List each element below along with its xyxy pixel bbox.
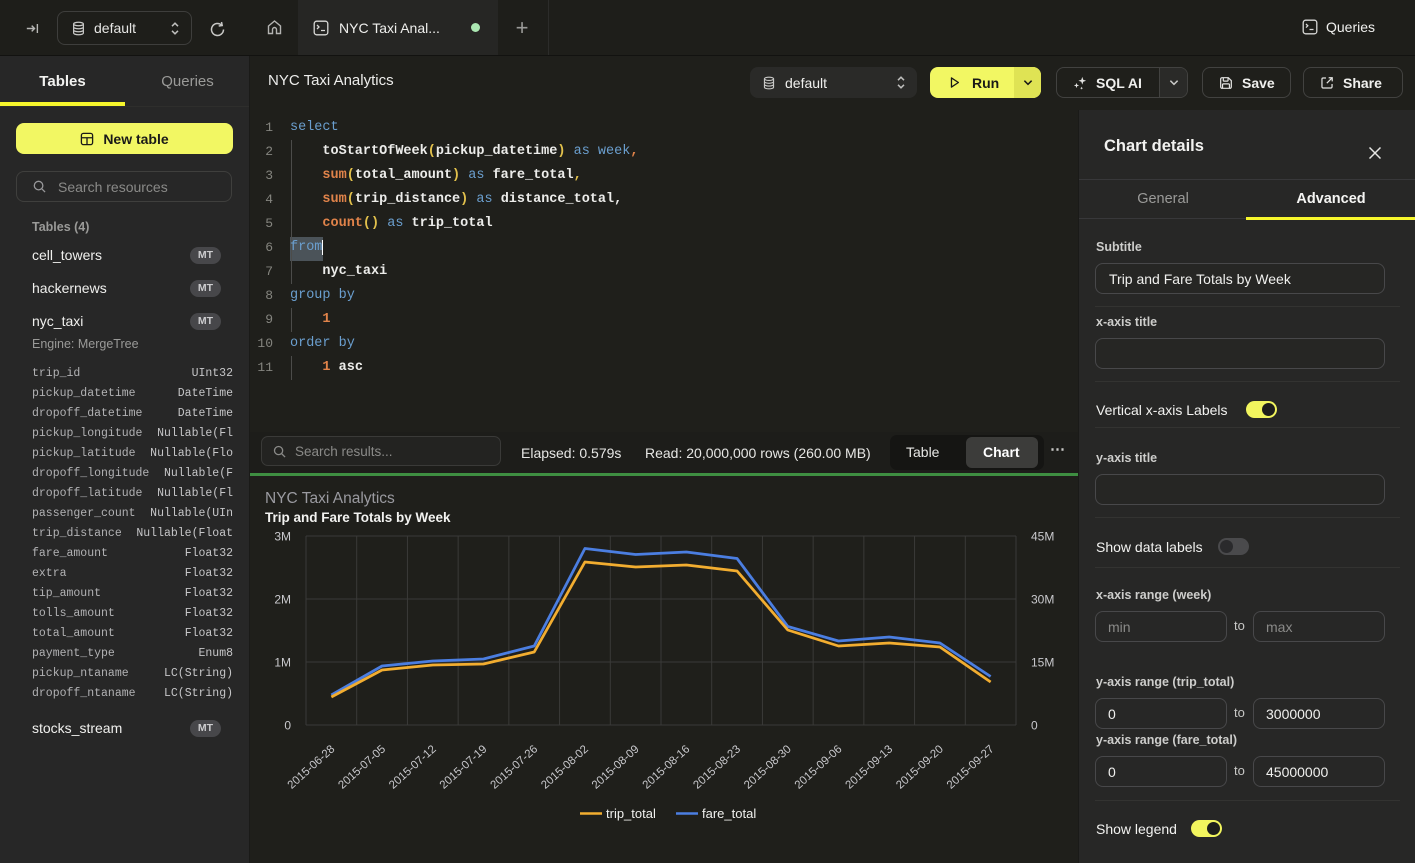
svg-text:45M: 45M <box>1031 530 1054 544</box>
svg-text:2M: 2M <box>274 593 291 607</box>
svg-text:2015-07-26: 2015-07-26 <box>488 743 540 791</box>
svg-text:2015-07-12: 2015-07-12 <box>387 743 439 791</box>
svg-text:3M: 3M <box>274 530 291 544</box>
svg-text:2015-09-06: 2015-09-06 <box>793 743 845 791</box>
svg-text:2015-09-27: 2015-09-27 <box>945 743 997 791</box>
svg-text:2015-08-30: 2015-08-30 <box>742 743 794 791</box>
svg-text:Trip and Fare Totals by Week: Trip and Fare Totals by Week <box>265 510 451 525</box>
svg-text:2015-07-05: 2015-07-05 <box>336 743 388 791</box>
svg-text:15M: 15M <box>1031 656 1054 670</box>
svg-text:fare_total: fare_total <box>702 806 756 821</box>
svg-text:2015-08-02: 2015-08-02 <box>539 743 591 791</box>
svg-text:30M: 30M <box>1031 593 1054 607</box>
svg-text:NYC Taxi Analytics: NYC Taxi Analytics <box>265 490 395 507</box>
svg-text:trip_total: trip_total <box>606 806 656 821</box>
svg-text:2015-08-09: 2015-08-09 <box>590 743 642 791</box>
svg-text:2015-06-28: 2015-06-28 <box>286 743 338 791</box>
svg-text:0: 0 <box>1031 719 1038 733</box>
svg-text:2015-08-23: 2015-08-23 <box>691 743 743 791</box>
svg-text:2015-09-20: 2015-09-20 <box>894 743 946 791</box>
svg-text:2015-08-16: 2015-08-16 <box>641 743 693 791</box>
svg-text:0: 0 <box>284 719 291 733</box>
svg-text:2015-09-13: 2015-09-13 <box>843 743 895 791</box>
svg-text:1M: 1M <box>274 656 291 670</box>
svg-text:2015-07-19: 2015-07-19 <box>438 743 490 791</box>
